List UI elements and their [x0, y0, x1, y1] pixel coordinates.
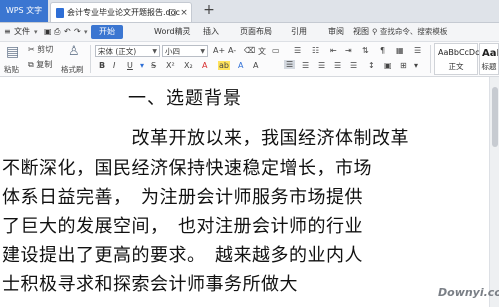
- restore-icon[interactable]: ▢: [166, 7, 178, 19]
- tab-view[interactable]: 视图: [353, 23, 369, 41]
- distributed-icon[interactable]: ☰: [350, 61, 357, 70]
- style-heading-sample: AaI: [482, 48, 499, 59]
- body-line: 士积极寻求和探索会计师事务所做大: [2, 274, 298, 295]
- chevron-down-icon[interactable]: ▾: [414, 61, 418, 70]
- bullet-list-icon[interactable]: ☰: [294, 46, 301, 55]
- bullet-list-icon-2[interactable]: ☰: [414, 46, 421, 55]
- font-name-select[interactable]: 宋体 (正文) ▼: [95, 45, 160, 57]
- style-heading-name: 标题: [481, 62, 497, 71]
- cut-button[interactable]: ✂ 剪切: [28, 44, 53, 55]
- ribbon: ▤ 粘贴 ✂ 剪切 ⧉ 复制 ♙ 格式刷 宋体 (正文) ▼ 小四 ▼ A+ A- …: [0, 42, 499, 77]
- copy-button[interactable]: ⧉ 复制: [28, 59, 52, 70]
- justify-icon[interactable]: ☰: [334, 61, 341, 70]
- file-menu[interactable]: 文件: [14, 23, 30, 41]
- shading-icon[interactable]: ▣: [384, 61, 392, 70]
- sort-icon[interactable]: ⇅: [362, 46, 369, 55]
- body-line: 不断深化，国民经济保持快速稳定增长，市场: [2, 158, 372, 179]
- redo-icon[interactable]: ↷: [74, 23, 81, 41]
- char-border-icon[interactable]: ▭: [272, 46, 280, 55]
- paste-icon[interactable]: ▤: [6, 44, 19, 60]
- italic-button[interactable]: I: [113, 61, 115, 70]
- shrink-font-button[interactable]: A-: [228, 46, 236, 55]
- style-heading[interactable]: AaI 标题: [479, 43, 499, 75]
- format-painter-button[interactable]: 格式刷: [61, 64, 84, 75]
- vertical-scrollbar[interactable]: [489, 77, 499, 307]
- tab-references[interactable]: 引用: [291, 23, 307, 41]
- chevron-down-icon[interactable]: ▾: [34, 23, 38, 41]
- format-painter-icon[interactable]: ♙: [68, 44, 80, 59]
- ribbon-divider: [90, 45, 91, 73]
- document-tab-title: 会计专业毕业论文开题报告.doc: [67, 8, 180, 17]
- tab-start[interactable]: 开始: [91, 25, 123, 39]
- underline-button[interactable]: U: [127, 61, 133, 70]
- grow-font-button[interactable]: A+: [213, 46, 225, 55]
- paste-button[interactable]: 粘贴: [4, 64, 19, 75]
- superscript-icon[interactable]: X²: [166, 61, 175, 70]
- align-right-icon[interactable]: ☰: [318, 61, 325, 70]
- scrollbar-thumb[interactable]: [492, 87, 498, 147]
- indent-increase-icon[interactable]: ⇥: [345, 46, 352, 55]
- highlight-icon[interactable]: ab: [218, 61, 230, 70]
- text-effect-icon[interactable]: A: [238, 61, 243, 70]
- more-chevron-icon[interactable]: ▾: [84, 23, 88, 41]
- table-icon[interactable]: ▦: [396, 46, 404, 55]
- tab-page-layout[interactable]: 页面布局: [240, 23, 272, 41]
- style-normal[interactable]: AaBbCcDc 正文: [434, 43, 480, 75]
- search-icon: ⚲: [372, 27, 378, 36]
- body-line: 了巨大的发展空间， 也对注册会计师的行业: [2, 216, 363, 237]
- tab-insert[interactable]: 插入: [203, 23, 219, 41]
- command-search[interactable]: ⚲ 查找命令、搜索模板: [372, 26, 498, 38]
- document-tab[interactable]: 会计专业毕业论文开题报告.doc ▢ ×: [50, 2, 192, 22]
- undo-icon[interactable]: ↶: [64, 23, 71, 41]
- chevron-down-icon: ▼: [200, 48, 205, 55]
- watermark: Downyi.com: [438, 286, 499, 299]
- numbered-list-icon[interactable]: ☷: [312, 46, 319, 55]
- body-line: 改革开放以来，我国经济体制改革: [2, 128, 409, 149]
- subscript-icon[interactable]: X₂: [184, 61, 193, 70]
- hamburger-icon[interactable]: ≡: [4, 23, 11, 41]
- scissors-icon: ✂: [28, 45, 35, 54]
- style-normal-name: 正文: [448, 62, 464, 71]
- new-tab-button[interactable]: +: [201, 2, 217, 18]
- copy-icon: ⧉: [28, 60, 34, 69]
- strikethrough-icon[interactable]: S̶: [151, 61, 156, 70]
- underline-color-icon[interactable]: ▾: [140, 61, 144, 70]
- align-center-icon[interactable]: ☰: [302, 61, 309, 70]
- show-marks-icon[interactable]: ¶: [380, 46, 385, 55]
- align-left-icon[interactable]: ☰: [284, 60, 296, 69]
- command-search-text: 查找命令、搜索模板: [379, 27, 448, 36]
- chevron-down-icon: ▼: [152, 48, 157, 55]
- clear-format-icon[interactable]: ⌫: [244, 46, 255, 55]
- font-size-select[interactable]: 小四 ▼: [162, 45, 208, 57]
- char-shading-icon[interactable]: A: [253, 61, 258, 70]
- line-spacing-icon[interactable]: ↕: [368, 61, 375, 70]
- print-icon[interactable]: ⎙: [54, 23, 60, 41]
- save-icon[interactable]: ▣: [44, 23, 52, 41]
- body-line: 体系日益完善， 为注册会计师服务市场提供: [2, 187, 363, 208]
- section-heading: 一、选题背景: [128, 88, 242, 109]
- tab-bar: WPS 文字 会计专业毕业论文开题报告.doc ▢ × +: [0, 0, 499, 23]
- bold-button[interactable]: B: [99, 61, 105, 70]
- style-normal-sample: AaBbCcDc: [438, 48, 480, 57]
- tab-review[interactable]: 审阅: [328, 23, 344, 41]
- app-menu-tab[interactable]: WPS 文字: [0, 0, 48, 22]
- close-tab-button[interactable]: ×: [178, 7, 190, 19]
- ribbon-divider: [430, 45, 431, 73]
- indent-decrease-icon[interactable]: ⇤: [330, 46, 337, 55]
- body-line: 建设提出了更高的要求。 越来越多的业内人: [2, 245, 363, 266]
- document-icon: [56, 8, 64, 18]
- pinyin-icon[interactable]: 文: [258, 46, 266, 57]
- font-color-icon[interactable]: A: [202, 61, 207, 70]
- tab-word-genie[interactable]: Word精灵: [154, 23, 191, 41]
- border-icon[interactable]: ⊞: [400, 61, 407, 70]
- menu-bar: ≡ 文件 ▾ ▣ ⎙ ↶ ↷ ▾ 开始 Word精灵 插入 页面布局 引用 审阅…: [0, 23, 499, 42]
